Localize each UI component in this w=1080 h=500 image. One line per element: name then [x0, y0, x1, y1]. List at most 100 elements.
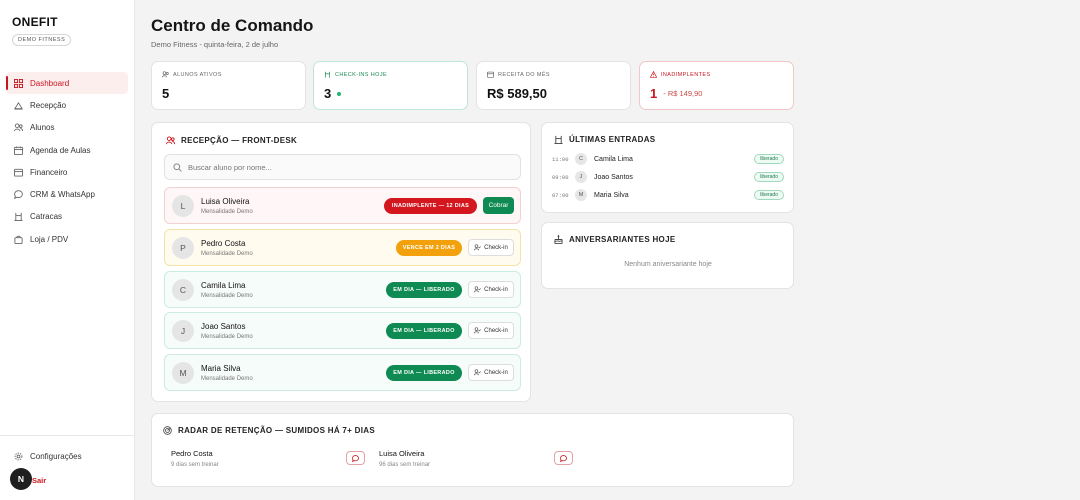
wallet-icon — [487, 71, 494, 78]
sidebar-item-label: Financeiro — [30, 167, 68, 177]
member-plan: Mensalidade Demo — [201, 334, 253, 340]
sidebar-item-financeiro[interactable]: Financeiro — [6, 161, 128, 183]
user-check-icon — [474, 327, 482, 334]
user-check-icon — [474, 244, 482, 251]
card-title: RECEPÇÃO — FRONT-DESK — [166, 136, 297, 145]
retention-radar-card: RADAR DE RETENÇÃO — SUMIDOS HÁ 7+ DIAS P… — [151, 413, 794, 487]
avatar: P — [172, 237, 194, 259]
stat-label: CHECK-INS HOJE — [324, 71, 387, 78]
live-dot-icon — [337, 91, 342, 96]
search-input[interactable] — [188, 162, 508, 172]
entry-time: 07:00 — [552, 191, 569, 199]
radar-item[interactable]: Luisa Oliveira 96 dias sem treinar — [379, 449, 573, 468]
radar-item[interactable]: Pedro Costa 9 dias sem treinar — [171, 449, 365, 468]
chat-icon — [560, 454, 567, 462]
sidebar-item-label: Dashboard — [30, 78, 70, 88]
entry-item[interactable]: 07:00 M Maria Silva liberado — [552, 188, 784, 202]
stat-label: RECEITA DO MÊS — [487, 71, 550, 78]
entry-name: Joao Santos — [594, 173, 633, 181]
sidebar: ONEFIT DEMO FITNESS Dashboard Recepção A… — [0, 0, 135, 500]
users-icon — [14, 123, 23, 132]
radar-name: Luisa Oliveira — [379, 449, 425, 458]
radar-icon — [163, 426, 172, 435]
status-badge: liberado — [754, 154, 784, 164]
logout-link[interactable]: Sair — [32, 476, 46, 485]
brand-logo[interactable]: ONEFIT — [12, 15, 58, 29]
entry-time: 09:00 — [552, 173, 569, 181]
alert-triangle-icon — [650, 71, 657, 78]
sidebar-item-label: Alunos — [30, 123, 55, 133]
turnstile-icon — [14, 213, 23, 222]
checkin-button[interactable]: Check-in — [468, 281, 514, 298]
sidebar-item-catracas[interactable]: Catracas — [6, 206, 128, 228]
member-row[interactable]: L Luisa Oliveira Mensalidade Demo INADIM… — [164, 187, 521, 224]
search-icon — [173, 162, 182, 172]
member-plan: Mensalidade Demo — [201, 293, 253, 299]
member-plan: Mensalidade Demo — [201, 376, 253, 382]
charge-button[interactable]: Cobrar — [483, 197, 514, 214]
member-search[interactable] — [164, 154, 521, 180]
member-name: Maria Silva — [201, 364, 241, 373]
entry-time: 11:00 — [552, 155, 569, 163]
sidebar-item-crm[interactable]: CRM & WhatsApp — [6, 183, 128, 205]
message-button[interactable] — [346, 451, 365, 465]
member-row[interactable]: P Pedro Costa Mensalidade Demo VENCE EM … — [164, 229, 521, 266]
sidebar-item-dashboard[interactable]: Dashboard — [6, 72, 128, 95]
calendar-icon — [14, 145, 23, 155]
avatar: M — [172, 362, 194, 384]
grid-icon — [14, 78, 23, 88]
stat-amount: - R$ 149,90 — [663, 89, 703, 98]
sidebar-item-label: CRM & WhatsApp — [30, 190, 95, 200]
sidebar-item-agenda[interactable]: Agenda de Aulas — [6, 139, 128, 161]
member-row[interactable]: C Camila Lima Mensalidade Demo EM DIA — … — [164, 271, 521, 308]
user-avatar[interactable]: N — [10, 468, 32, 490]
stat-card-alunos-ativos[interactable]: ALUNOS ATIVOS 5 — [151, 61, 306, 110]
chat-icon — [14, 190, 23, 200]
entry-item[interactable]: 11:00 C Camila Lima liberado — [552, 152, 784, 166]
bag-icon — [14, 235, 23, 244]
sidebar-item-alunos[interactable]: Alunos — [6, 117, 128, 139]
recent-entries-card: ÚLTIMAS ENTRADAS 11:00 C Camila Lima lib… — [541, 122, 794, 213]
status-badge: EM DIA — LIBERADO — [386, 365, 462, 381]
status-badge: VENCE EM 2 DIAS — [396, 240, 462, 256]
sidebar-item-label: Configurações — [30, 452, 82, 461]
stat-card-checkins[interactable]: CHECK-INS HOJE 3 — [313, 61, 468, 110]
member-name: Luisa Oliveira — [201, 197, 250, 206]
chat-icon — [352, 454, 359, 462]
sidebar-item-label: Agenda de Aulas — [30, 145, 91, 155]
stat-card-inadimplentes[interactable]: INADIMPLENTES 1 - R$ 149,90 — [639, 61, 794, 110]
stat-value: 1 - R$ 149,90 — [650, 86, 703, 101]
page-subtitle: Demo Fitness - quinta-feira, 2 de julho — [151, 40, 279, 49]
users-icon — [166, 136, 175, 145]
sidebar-item-configuracoes[interactable]: Configurações — [14, 452, 82, 461]
checkin-button[interactable]: Check-in — [468, 364, 514, 381]
stat-label: ALUNOS ATIVOS — [162, 71, 222, 78]
user-check-icon — [474, 286, 482, 293]
entry-item[interactable]: 09:00 J Joao Santos liberado — [552, 170, 784, 184]
member-row[interactable]: J Joao Santos Mensalidade Demo EM DIA — … — [164, 312, 521, 349]
cake-icon — [554, 235, 563, 244]
radar-detail: 9 dias sem treinar — [171, 462, 219, 468]
sidebar-item-label: Loja / PDV — [30, 234, 69, 244]
avatar: C — [575, 153, 587, 165]
stat-value: 3 — [324, 86, 342, 101]
card-title: ANIVERSARIANTES HOJE — [554, 235, 675, 244]
wallet-icon — [14, 168, 23, 177]
sidebar-item-loja[interactable]: Loja / PDV — [6, 228, 128, 250]
checkin-button[interactable]: Check-in — [468, 239, 514, 256]
member-plan: Mensalidade Demo — [201, 209, 253, 215]
status-badge: INADIMPLENTE — 12 DIAS — [384, 198, 477, 214]
message-button[interactable] — [554, 451, 573, 465]
sidebar-item-recepcao[interactable]: Recepção — [6, 94, 128, 116]
member-row[interactable]: M Maria Silva Mensalidade Demo EM DIA — … — [164, 354, 521, 391]
turnstile-icon — [325, 71, 330, 78]
avatar: J — [575, 171, 587, 183]
reception-card: RECEPÇÃO — FRONT-DESK L Luisa Oliveira M… — [151, 122, 531, 402]
member-name: Camila Lima — [201, 281, 246, 290]
card-title: ÚLTIMAS ENTRADAS — [554, 135, 655, 144]
stat-label: INADIMPLENTES — [650, 71, 711, 78]
checkin-button[interactable]: Check-in — [468, 322, 514, 339]
stat-card-receita[interactable]: RECEITA DO MÊS R$ 589,50 — [476, 61, 631, 110]
org-badge: DEMO FITNESS — [12, 34, 72, 46]
sidebar-item-label: Catracas — [30, 212, 63, 222]
